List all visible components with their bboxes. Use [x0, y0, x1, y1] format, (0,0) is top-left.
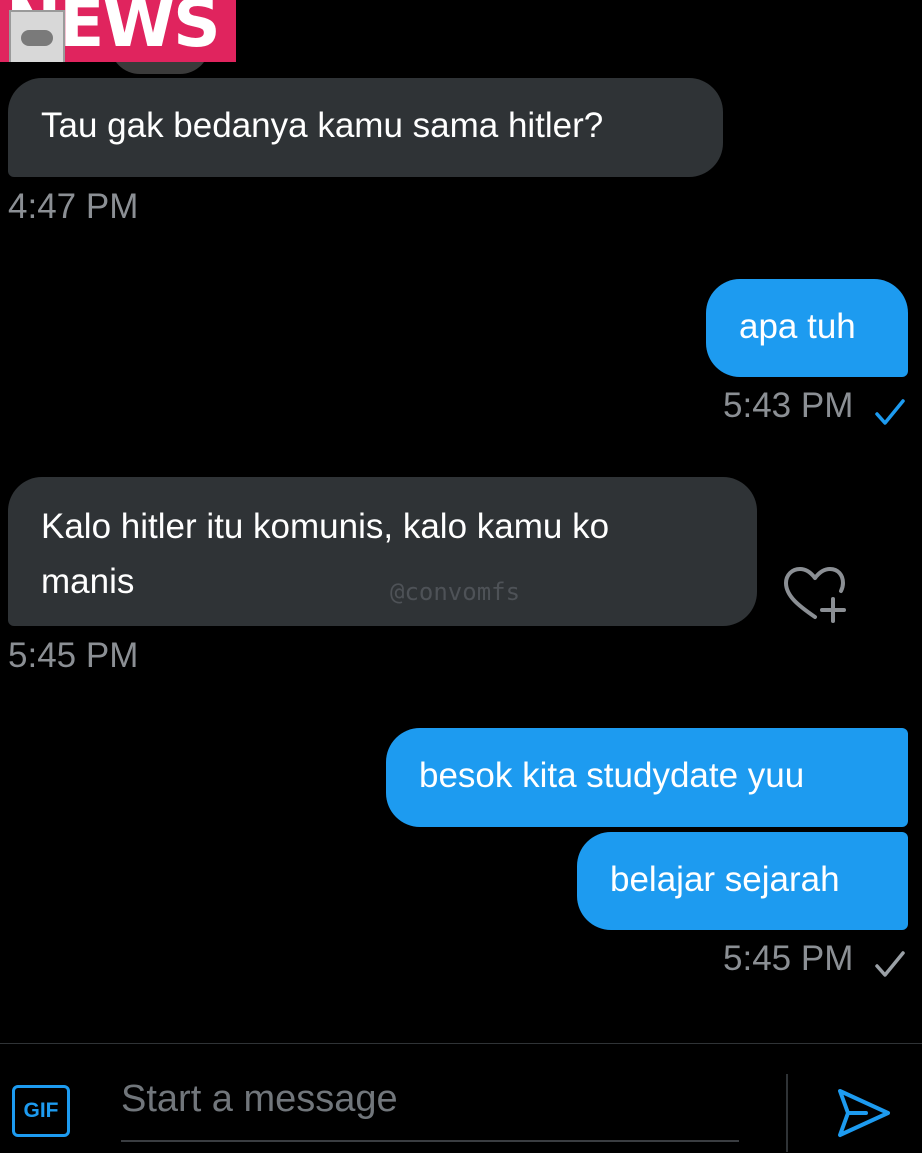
message-input-placeholder: Start a message	[121, 1078, 398, 1120]
heart-plus-icon[interactable]	[781, 565, 849, 625]
message-text-line: Kalo hitler itu komunis, kalo kamu ko	[41, 507, 610, 546]
message-bubble-outgoing[interactable]: apa tuh	[706, 279, 908, 377]
watermark-handle: @convomfs	[390, 578, 521, 606]
message-timestamp: 5:43 PM	[723, 386, 854, 425]
message-timestamp: 5:45 PM	[723, 939, 854, 978]
message-bubble-outgoing[interactable]: belajar sejarah	[577, 832, 908, 930]
message-bubble-outgoing[interactable]: besok kita studydate yuu	[386, 728, 908, 827]
message-bubble-incoming[interactable]: Kalo hitler itu komunis, kalo kamu ko ma…	[8, 477, 757, 626]
message-text: Tau gak bedanya kamu sama hitler?	[41, 106, 604, 145]
message-timestamp: 4:47 PM	[8, 187, 139, 226]
message-timestamp: 5:45 PM	[8, 636, 139, 675]
composer-divider	[786, 1074, 788, 1152]
message-composer: GIF Start a message	[0, 1043, 922, 1153]
gif-button[interactable]: GIF	[12, 1085, 70, 1137]
dm-conversation-screen: NEWS Tau gak bedanya kamu sama hitler? 4…	[0, 0, 922, 1153]
message-text: belajar sejarah	[610, 860, 840, 899]
message-bubble-incoming[interactable]: Tau gak bedanya kamu sama hitler?	[8, 78, 723, 177]
watermark-logo	[9, 10, 65, 62]
news-banner: NEWS	[0, 0, 236, 62]
send-icon[interactable]	[836, 1086, 892, 1140]
message-input[interactable]: Start a message	[121, 1070, 739, 1142]
watermark-logo-mark	[21, 30, 53, 46]
message-text: apa tuh	[739, 307, 856, 346]
message-text-line: manis	[41, 562, 135, 601]
check-icon	[875, 399, 905, 425]
check-icon	[875, 951, 905, 977]
message-text: besok kita studydate yuu	[419, 756, 805, 795]
